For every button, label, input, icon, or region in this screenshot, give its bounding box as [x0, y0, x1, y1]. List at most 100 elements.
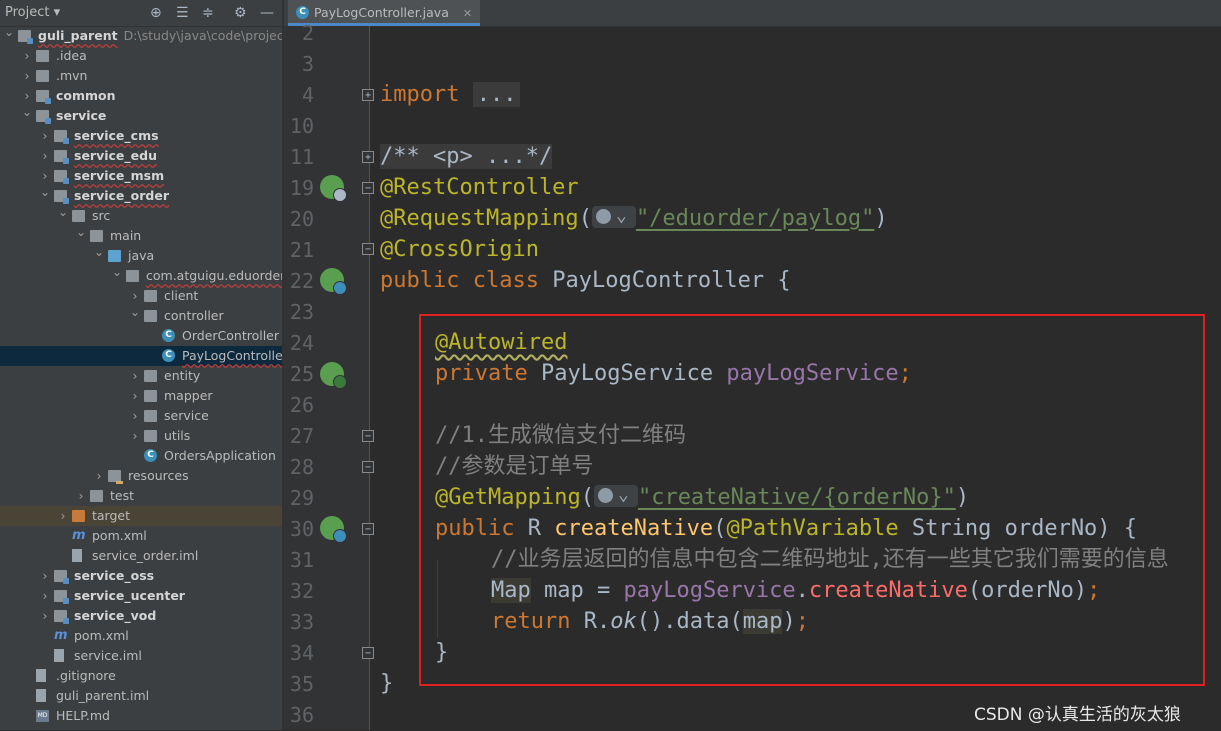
tree-item[interactable]: ⌄ src — [0, 205, 282, 226]
chevron-right-icon[interactable]: › — [94, 466, 104, 486]
chevron-down-icon[interactable]: ⌄ — [112, 262, 122, 282]
chevron-down-icon[interactable]: ⌄ — [76, 222, 86, 242]
request-mapping-icon[interactable] — [320, 516, 347, 543]
tree-item[interactable]: › common — [0, 86, 282, 106]
chevron-right-icon[interactable]: › — [130, 386, 140, 406]
tree-item[interactable]: C PayLogController — [0, 346, 282, 366]
tree-item[interactable]: C OrdersApplication — [0, 446, 282, 466]
gutter-divider — [369, 26, 370, 730]
chevron-right-icon[interactable]: › — [22, 66, 32, 86]
close-icon[interactable]: ✕ — [463, 7, 472, 20]
chevron-right-icon[interactable]: › — [130, 426, 140, 446]
tree-item-label: pom.xml — [92, 528, 147, 543]
tree-item[interactable]: ⌄ service_order — [0, 185, 282, 206]
gear-icon[interactable]: ⚙ — [234, 5, 247, 21]
tree-item-label: guli_parentD:\study\java\code\project\gu… — [38, 26, 282, 46]
fold-collapse-icon[interactable]: − — [362, 182, 374, 194]
fold-expand-icon[interactable]: + — [362, 89, 374, 101]
line-number: 20 — [289, 207, 314, 231]
chevron-right-icon[interactable]: › — [40, 586, 50, 606]
chevron-down-icon[interactable]: ⌄ — [94, 242, 104, 262]
chevron-down-icon[interactable]: ⌄ — [130, 302, 140, 322]
class-close-brace: } — [380, 671, 394, 696]
tree-item[interactable]: ⌄ main — [0, 225, 282, 246]
tree-item[interactable]: guli_parent.iml — [0, 686, 282, 706]
tree-item[interactable]: › utils — [0, 426, 282, 446]
tree-item-label: target — [92, 508, 131, 523]
tree-item[interactable]: › client — [0, 286, 282, 306]
chevron-down-icon[interactable]: ⌄ — [58, 202, 68, 222]
expand-all-icon[interactable]: ☰ — [176, 5, 189, 21]
tree-item[interactable]: › .idea — [0, 46, 282, 66]
tree-item[interactable]: ⌄ controller — [0, 305, 282, 326]
tree-item[interactable]: .gitignore — [0, 666, 282, 686]
tree-item[interactable]: service.iml — [0, 646, 282, 666]
chevron-right-icon[interactable]: › — [76, 486, 86, 506]
tree-item[interactable]: ⌄ guli_parentD:\study\java\code\project\g… — [0, 25, 282, 46]
tree-item[interactable]: › service — [0, 406, 282, 426]
fold-collapse-icon[interactable]: − — [362, 647, 374, 659]
fold-expand-icon[interactable]: + — [362, 151, 374, 163]
url-globe-icon[interactable] — [591, 200, 636, 231]
tree-item[interactable]: › target — [0, 506, 282, 526]
line-number: 23 — [289, 300, 314, 324]
chevron-right-icon[interactable]: › — [40, 126, 50, 146]
chevron-right-icon[interactable]: › — [58, 506, 68, 526]
line-number: 22 — [289, 269, 314, 293]
tree-item[interactable]: › entity — [0, 366, 282, 386]
autowired-navigate-icon[interactable] — [320, 362, 347, 389]
chevron-right-icon[interactable]: › — [40, 146, 50, 166]
tree-item[interactable]: › service_ucenter — [0, 586, 282, 606]
locate-icon[interactable]: ⊕ — [150, 5, 162, 21]
chevron-down-icon[interactable]: ⌄ — [22, 102, 32, 122]
line-number: 26 — [289, 393, 314, 417]
fold-collapse-icon[interactable]: − — [362, 523, 374, 535]
collapse-all-icon[interactable]: ≑ — [202, 5, 214, 21]
tree-item[interactable]: m pom.xml — [0, 526, 282, 546]
public-keyword: public — [380, 268, 460, 293]
tree-item[interactable]: m pom.xml — [0, 626, 282, 646]
tree-item[interactable]: C OrderController — [0, 326, 282, 346]
line-number: 33 — [289, 610, 314, 634]
line-number: 4 — [301, 83, 314, 107]
folded-imports[interactable]: ... — [472, 82, 521, 107]
chevron-down-icon[interactable]: ⌄ — [4, 22, 14, 42]
tree-item[interactable]: service_order.iml — [0, 546, 282, 566]
tree-item[interactable]: › resources — [0, 466, 282, 486]
chevron-right-icon[interactable]: › — [40, 606, 50, 626]
spring-bean-icon[interactable] — [320, 268, 347, 295]
line-number: 21 — [289, 238, 314, 262]
tab-paylogcontroller[interactable]: C PayLogController.java ✕ — [288, 0, 481, 26]
tree-item-label: com.atguigu.eduorder — [146, 268, 282, 283]
tree-item[interactable]: › service_cms — [0, 126, 282, 146]
fold-collapse-icon[interactable]: − — [362, 461, 374, 473]
module-folder-icon — [54, 590, 69, 604]
hide-panel-icon[interactable]: — — [260, 5, 274, 21]
tree-item[interactable]: ⌄ com.atguigu.eduorder — [0, 265, 282, 286]
tree-item[interactable]: › service_oss — [0, 566, 282, 586]
tree-item[interactable]: MD HELP.md — [0, 706, 282, 726]
chevron-right-icon[interactable]: › — [22, 46, 32, 66]
tree-item[interactable]: › .mvn — [0, 66, 282, 86]
tree-item[interactable]: › service_edu — [0, 146, 282, 166]
chevron-right-icon[interactable]: › — [130, 366, 140, 386]
chevron-down-icon[interactable]: ⌄ — [40, 182, 50, 202]
fold-collapse-icon[interactable]: − — [362, 243, 374, 255]
spring-bean-icon[interactable] — [320, 175, 347, 202]
line-number: 30 — [289, 517, 314, 541]
tree-item-label: resources — [128, 468, 189, 483]
chevron-right-icon[interactable]: › — [40, 566, 50, 586]
folded-javadoc[interactable]: /** <p> ...*/ — [380, 144, 553, 169]
requestmapping-annotation: @RequestMapping — [380, 206, 579, 231]
tree-item[interactable]: › mapper — [0, 386, 282, 406]
class-icon: C — [162, 349, 175, 362]
module-folder-icon — [54, 170, 69, 184]
tree-item[interactable]: › test — [0, 486, 282, 506]
fold-collapse-icon[interactable]: − — [362, 430, 374, 442]
tree-item[interactable]: › service_vod — [0, 606, 282, 626]
project-view-selector[interactable]: Project ▾ — [5, 5, 60, 20]
import-keyword: import — [380, 82, 460, 107]
chevron-right-icon[interactable]: › — [130, 406, 140, 426]
tree-item[interactable]: ⌄ service — [0, 105, 282, 126]
tree-item[interactable]: ⌄ java — [0, 245, 282, 266]
